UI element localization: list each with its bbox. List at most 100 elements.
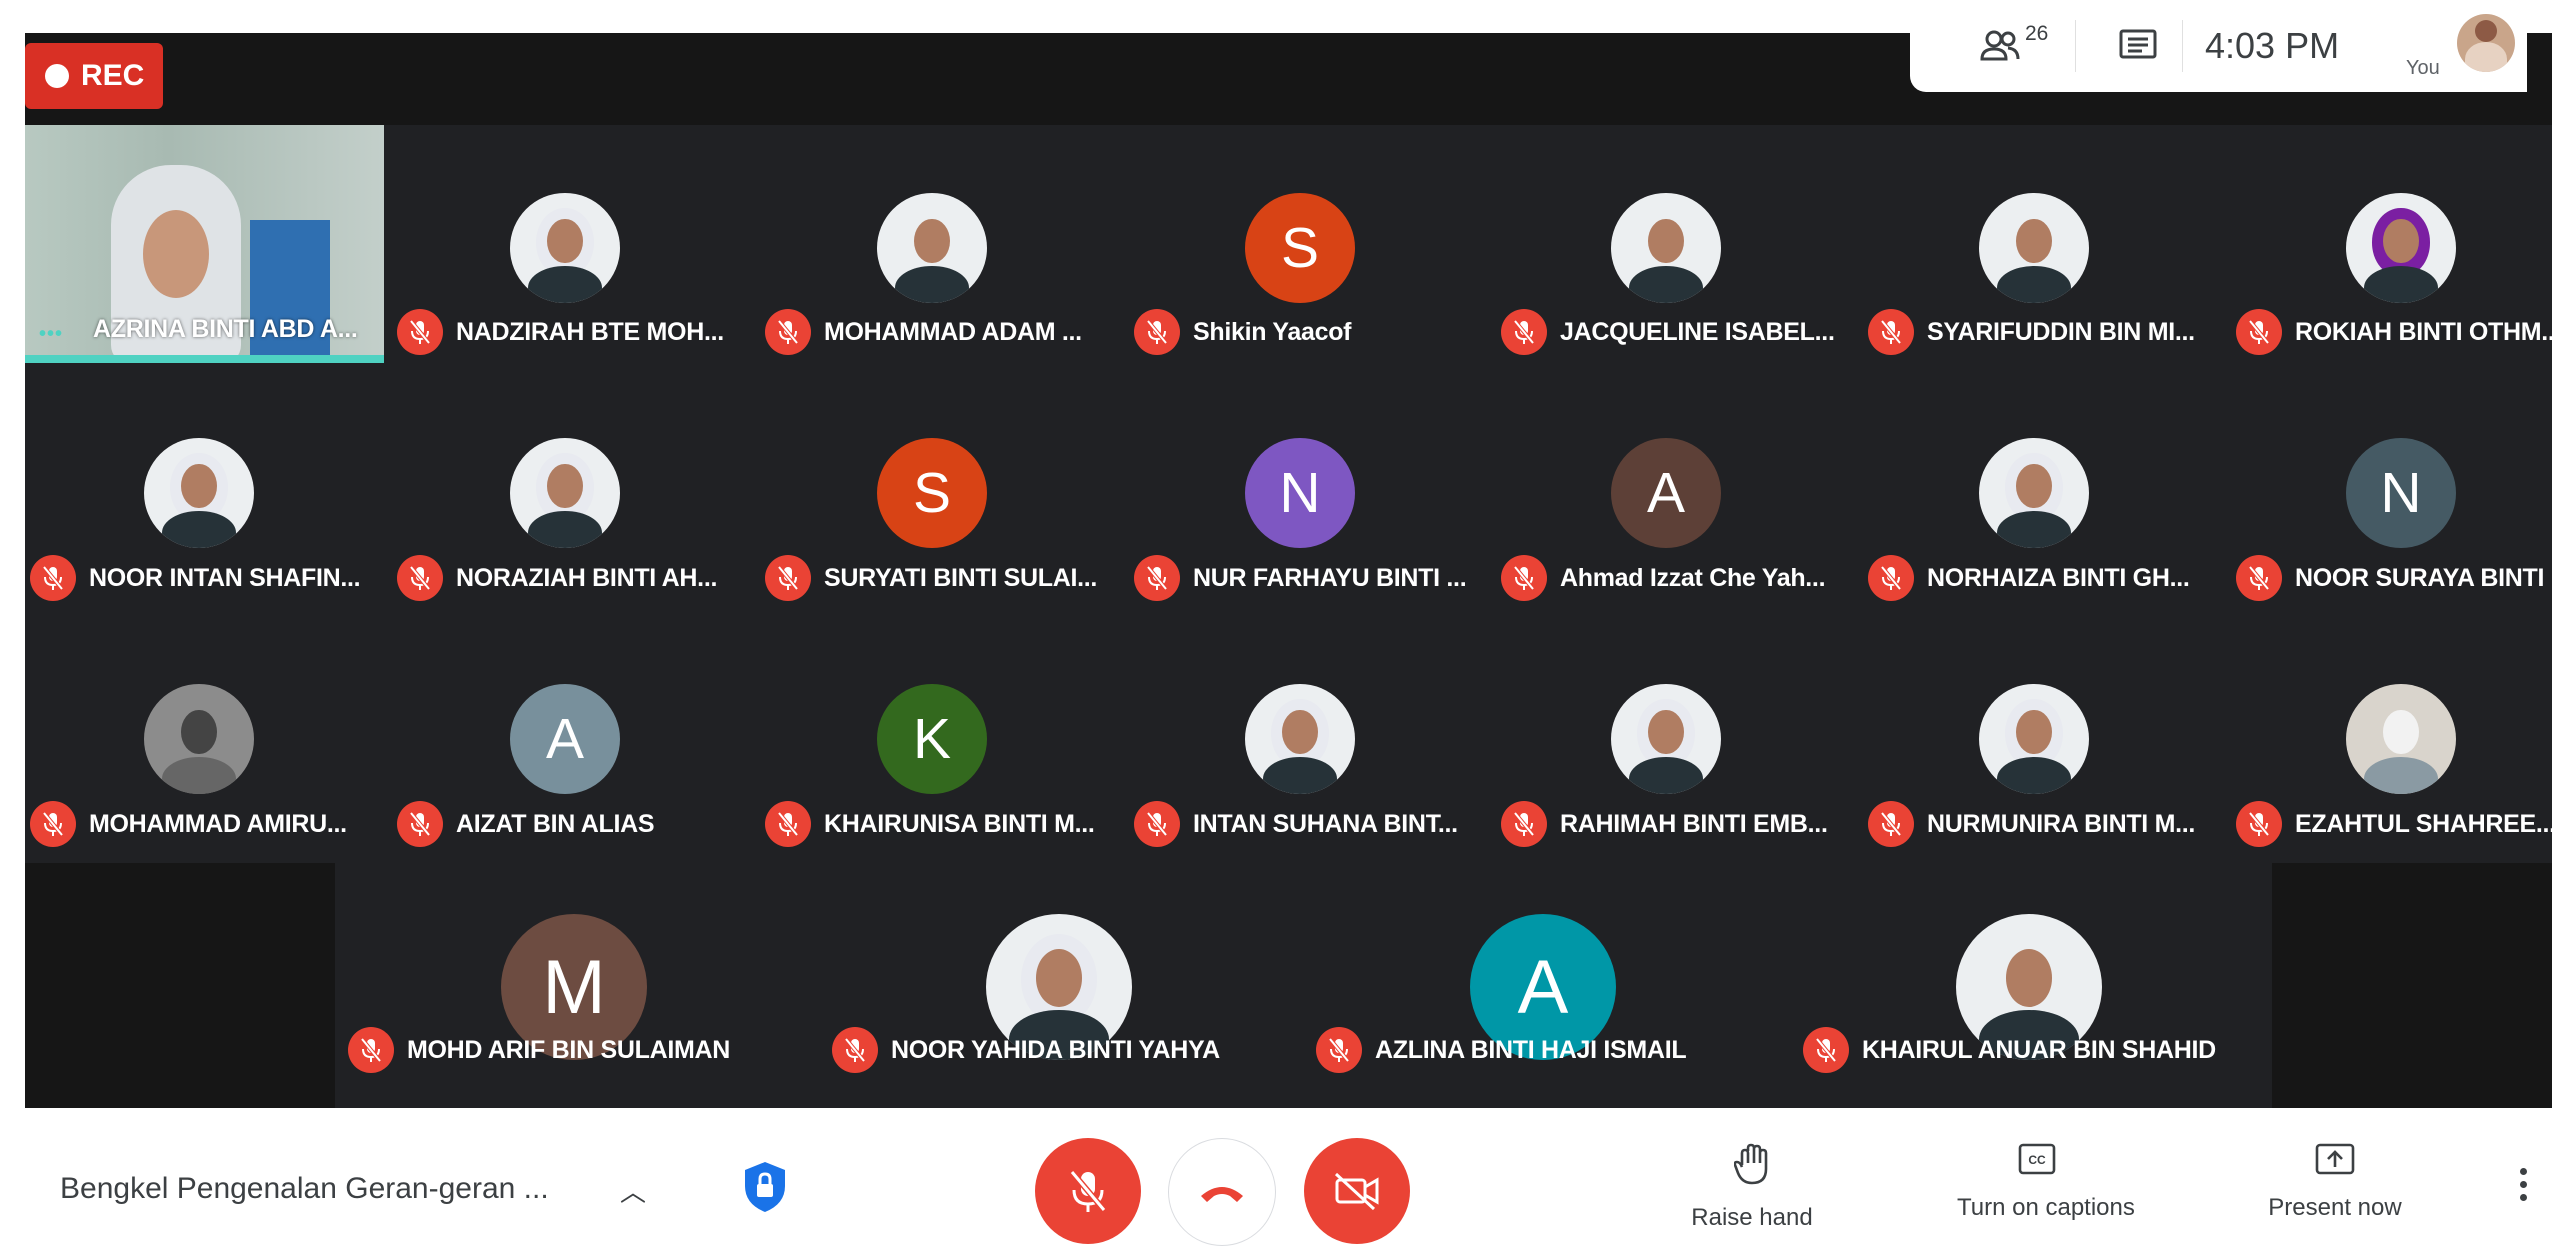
people-button[interactable] (1980, 0, 2024, 92)
svg-text:CC: CC (2028, 1153, 2046, 1167)
participant-name-tag: Ahmad Izzat Che Yah... (1501, 554, 1826, 602)
participant-name-tag: MOHAMMAD ADAM ... (765, 308, 1082, 356)
mic-muted-icon (2236, 555, 2282, 601)
recording-indicator: REC (25, 43, 163, 109)
captions-label: Turn on captions (1957, 1194, 2135, 1221)
self-view-name: AZRINA BINTI ABD A... (93, 315, 358, 343)
woman-hijab-avatar (144, 438, 254, 548)
participant-name-tag: RAHIMAH BINTI EMB... (1501, 800, 1828, 848)
woman-hijab-avatar (1611, 684, 1721, 794)
captions-button[interactable]: CC Turn on captions (1957, 1143, 2135, 1222)
security-shield-icon[interactable] (742, 1160, 788, 1219)
people-icon (1980, 30, 2020, 61)
participant-name: INTAN SUHANA BINT... (1193, 809, 1458, 838)
participant-name-tag: NOOR SURAYA BINTI ... (2236, 554, 2552, 602)
mic-muted-icon (397, 309, 443, 355)
mic-muted-icon (1134, 555, 1180, 601)
chat-icon (2119, 29, 2157, 59)
man-suit-avatar (877, 193, 987, 303)
participant-name-tag: MOHD ARIF BIN SULAIMAN (348, 1026, 730, 1074)
participant-name-tag: NORHAIZA BINTI GH... (1868, 554, 2190, 602)
participant-name-tag: NOOR YAHIDA BINTI YAHYA (832, 1026, 1220, 1074)
microphone-toggle-button[interactable] (1035, 1138, 1141, 1244)
participant-name: NUR FARHAYU BINTI ... (1193, 563, 1467, 592)
participant-name-tag: MOHAMMAD AMIRU... (30, 800, 347, 848)
participant-name-tag: JACQUELINE ISABEL... (1501, 308, 1835, 356)
mic-muted-icon (1868, 555, 1914, 601)
participant-avatar-initial: A (510, 684, 620, 794)
recording-label: REC (81, 59, 145, 92)
record-dot-icon (45, 64, 69, 88)
woman-avatar (1611, 193, 1721, 303)
camera-toggle-button[interactable] (1304, 1138, 1410, 1244)
woman-hijab-avatar (510, 193, 620, 303)
mic-muted-icon (30, 555, 76, 601)
mic-muted-icon (30, 801, 76, 847)
active-speaker-bar (25, 355, 384, 363)
participant-name: NORAZIAH BINTI AH... (456, 563, 718, 592)
mic-muted-icon (397, 801, 443, 847)
participant-name: NADZIRAH BTE MOH... (456, 317, 724, 346)
participant-name: MOHAMMAD ADAM ... (824, 317, 1082, 346)
participant-name: MOHAMMAD AMIRU... (89, 809, 347, 838)
participant-name-tag: NUR FARHAYU BINTI ... (1134, 554, 1467, 602)
participant-avatar-initial: N (1245, 438, 1355, 548)
participant-name: SURYATI BINTI SULAI... (824, 563, 1098, 592)
mic-muted-icon (2236, 801, 2282, 847)
participant-name: NOOR YAHIDA BINTI YAHYA (891, 1035, 1220, 1064)
mic-muted-icon (765, 309, 811, 355)
participant-name-tag: KHAIRUNISA BINTI M... (765, 800, 1095, 848)
participant-name-tag: ROKIAH BINTI OTHM... (2236, 308, 2552, 356)
participant-name: SYARIFUDDIN BIN MI... (1927, 317, 2195, 346)
self-label: You (2406, 57, 2440, 79)
present-screen-icon (2315, 1143, 2355, 1175)
meeting-title[interactable]: Bengkel Pengenalan Geran-geran ... (60, 1172, 549, 1206)
bottom-control-bar (0, 1108, 2552, 1230)
participant-name-tag: KHAIRUL ANUAR BIN SHAHID (1803, 1026, 2216, 1074)
chevron-up-icon[interactable]: ︿ (620, 1172, 646, 1209)
camera-off-icon (1334, 1172, 1379, 1211)
raise-hand-button[interactable]: Raise hand (1672, 1143, 1832, 1232)
raise-hand-icon (1733, 1143, 1768, 1185)
mic-muted-icon (348, 1027, 394, 1073)
mic-muted-icon (1501, 555, 1547, 601)
mic-muted-icon (1134, 309, 1180, 355)
mic-muted-icon (1803, 1027, 1849, 1073)
participant-grid: REC ••• AZRINA BINTI ABD A... NADZIRAH B… (25, 33, 2552, 1108)
participant-name-tag: NORAZIAH BINTI AH... (397, 554, 717, 602)
participant-name: NOOR INTAN SHAFIN... (89, 563, 361, 592)
more-options-dots-icon[interactable]: ••• (39, 323, 63, 346)
participant-name-tag: EZAHTUL SHAHREE... (2236, 800, 2552, 848)
present-now-button[interactable]: Present now (2255, 1143, 2415, 1222)
woman-purple-hijab-avatar (2346, 193, 2456, 303)
self-view-tile[interactable]: ••• AZRINA BINTI ABD A... (25, 125, 384, 363)
man-avatar (1979, 193, 2089, 303)
woman-hijab-avatar (1245, 684, 1355, 794)
woman-hijab-avatar (510, 438, 620, 548)
mic-muted-icon (1134, 801, 1180, 847)
participant-name: NORHAIZA BINTI GH... (1927, 563, 2190, 592)
chat-button[interactable] (2118, 0, 2158, 92)
participant-name: EZAHTUL SHAHREE... (2295, 809, 2552, 838)
participant-name: AZLINA BINTI HAJI ISMAIL (1375, 1035, 1687, 1064)
more-options-icon[interactable] (2520, 1168, 2530, 1207)
participant-name: NOOR SURAYA BINTI ... (2295, 563, 2552, 592)
participant-name: Ahmad Izzat Che Yah... (1560, 563, 1826, 592)
participant-name-tag: AZLINA BINTI HAJI ISMAIL (1316, 1026, 1687, 1074)
participant-name-tag: NOOR INTAN SHAFIN... (30, 554, 361, 602)
objects-avatar (2346, 684, 2456, 794)
participant-name: ROKIAH BINTI OTHM... (2295, 317, 2552, 346)
mic-muted-icon (765, 555, 811, 601)
participant-name-tag: INTAN SUHANA BINT... (1134, 800, 1458, 848)
participant-avatar-initial: N (2346, 438, 2456, 548)
self-avatar[interactable] (2457, 14, 2515, 72)
participant-name: MOHD ARIF BIN SULAIMAN (407, 1035, 731, 1064)
participant-name: RAHIMAH BINTI EMB... (1560, 809, 1828, 838)
participant-name: AIZAT BIN ALIAS (456, 809, 655, 838)
meeting-clock: 4:03 PM (2205, 25, 2340, 66)
mic-muted-icon (1501, 801, 1547, 847)
mic-muted-icon (1868, 309, 1914, 355)
participant-name-tag: Shikin Yaacof (1134, 308, 1352, 356)
mic-muted-icon (765, 801, 811, 847)
mic-muted-icon (1316, 1027, 1362, 1073)
